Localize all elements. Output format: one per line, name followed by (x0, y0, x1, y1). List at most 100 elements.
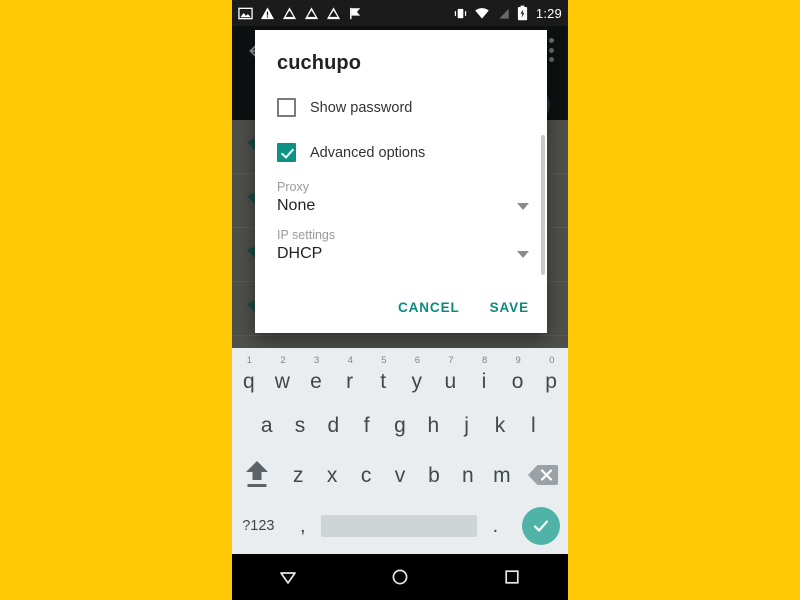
key-d-label: d (327, 413, 340, 437)
symbols-key-label: ?123 (242, 517, 275, 534)
space-key[interactable] (321, 500, 478, 552)
key-s-label: s (294, 413, 306, 437)
backspace-key[interactable] (519, 450, 568, 500)
key-u-label: u (444, 369, 457, 393)
vibrate-icon (454, 8, 467, 18)
key-v[interactable]: v (383, 450, 417, 500)
key-t[interactable]: 5t (366, 350, 400, 400)
key-f[interactable]: f (350, 400, 383, 450)
key-j-label: j (464, 413, 469, 437)
proxy-label: Proxy (277, 180, 309, 194)
enter-key-circle (521, 507, 560, 545)
key-o-label: o (511, 369, 524, 393)
advanced-options-checkbox[interactable] (277, 143, 296, 162)
nav-home-button[interactable] (370, 554, 430, 600)
period-key[interactable]: . (477, 500, 513, 552)
check-icon (533, 520, 548, 532)
battery-charging-icon (517, 5, 527, 21)
dialog-scrollbar[interactable] (541, 135, 545, 275)
key-c-label: c (360, 463, 372, 487)
phone-screen: 1:29 cuchupo Show password Advanced opti… (232, 0, 568, 600)
key-d[interactable]: d (317, 400, 350, 450)
key-z[interactable]: z (281, 450, 315, 500)
show-password-checkbox[interactable] (277, 98, 296, 117)
save-button[interactable]: SAVE (488, 294, 531, 321)
key-q-number: 1 (246, 355, 253, 366)
ip-settings-spinner[interactable]: DHCP (277, 245, 529, 263)
dialog-title: cuchupo (277, 52, 362, 74)
key-x-label: x (326, 463, 338, 487)
chevron-down-icon[interactable] (517, 250, 529, 258)
key-u[interactable]: 7u (434, 350, 468, 400)
key-y-label: y (411, 369, 423, 393)
key-j[interactable]: j (450, 400, 483, 450)
comma-key-label: , (300, 515, 306, 537)
key-m[interactable]: m (485, 450, 519, 500)
key-k[interactable]: k (483, 400, 516, 450)
ip-settings-field[interactable]: IP settings DHCP (277, 228, 529, 263)
cancel-button[interactable]: CANCEL (396, 294, 462, 321)
shift-icon-stem (252, 471, 262, 480)
key-a[interactable]: a (250, 400, 283, 450)
keyboard-row-3: z x c v b n m (232, 450, 568, 500)
key-s[interactable]: s (283, 400, 316, 450)
key-t-label: t (380, 369, 387, 393)
proxy-field[interactable]: Proxy None (277, 180, 529, 215)
key-x[interactable]: x (315, 450, 349, 500)
comma-key[interactable]: , (285, 500, 321, 552)
status-bar-left-icons (238, 6, 363, 21)
advanced-options-checkbox-row[interactable]: Advanced options (277, 143, 425, 162)
nav-back-button[interactable] (258, 554, 318, 600)
key-m-label: m (493, 463, 511, 487)
key-i[interactable]: 8i (467, 350, 501, 400)
key-u-number: 7 (448, 355, 454, 366)
wifi-icon (475, 7, 489, 19)
key-n[interactable]: n (451, 450, 485, 500)
key-g[interactable]: g (383, 400, 416, 450)
upload-triangle-icon (282, 6, 297, 19)
key-a-label: a (260, 413, 273, 437)
enter-key[interactable] (514, 500, 568, 552)
key-r[interactable]: 4r (333, 350, 367, 400)
navigation-bar (232, 554, 568, 600)
key-e-number: 3 (313, 355, 320, 366)
back-triangle-icon (280, 572, 296, 584)
key-b-label: b (428, 463, 440, 487)
shift-icon-bar (247, 484, 267, 487)
key-h[interactable]: h (417, 400, 450, 450)
show-password-checkbox-row[interactable]: Show password (277, 98, 412, 117)
status-bar: 1:29 (232, 0, 568, 26)
key-q-label: q (242, 369, 255, 393)
key-q[interactable]: 1q (232, 350, 266, 400)
ip-settings-value: DHCP (277, 245, 323, 262)
key-o[interactable]: 9o (501, 350, 535, 400)
home-circle-icon (392, 569, 408, 585)
key-p-number: 0 (549, 355, 555, 366)
key-w[interactable]: 2w (266, 350, 300, 400)
key-b[interactable]: b (417, 450, 451, 500)
proxy-value: None (277, 197, 316, 214)
advanced-options-label: Advanced options (310, 144, 426, 161)
show-password-label: Show password (310, 99, 413, 116)
image-icon (238, 7, 253, 19)
status-bar-clock: 1:29 (535, 5, 562, 21)
key-e-label: e (310, 369, 322, 393)
key-g-label: g (394, 413, 406, 437)
period-key-label: . (492, 515, 499, 537)
shift-key[interactable] (232, 450, 281, 500)
key-c[interactable]: c (349, 450, 383, 500)
flag-icon (350, 7, 361, 19)
chevron-down-icon[interactable] (517, 202, 529, 210)
key-l[interactable]: l (517, 400, 550, 450)
symbols-key[interactable]: ?123 (232, 500, 285, 552)
proxy-spinner[interactable]: None (277, 197, 529, 215)
space-key-bar (321, 515, 478, 537)
key-r-label: r (346, 369, 354, 393)
key-y[interactable]: 6y (400, 350, 434, 400)
upload-triangle-icon (326, 6, 341, 19)
nav-recents-button[interactable] (482, 554, 542, 600)
keyboard-row-1: 1q 2w 3e 4r 5t 6y 7u 8i 9o 0p (232, 350, 568, 400)
key-p[interactable]: 0p (534, 350, 568, 400)
on-screen-keyboard: 1q 2w 3e 4r 5t 6y 7u 8i 9o 0p a s d f g … (232, 348, 568, 554)
key-e[interactable]: 3e (299, 350, 333, 400)
